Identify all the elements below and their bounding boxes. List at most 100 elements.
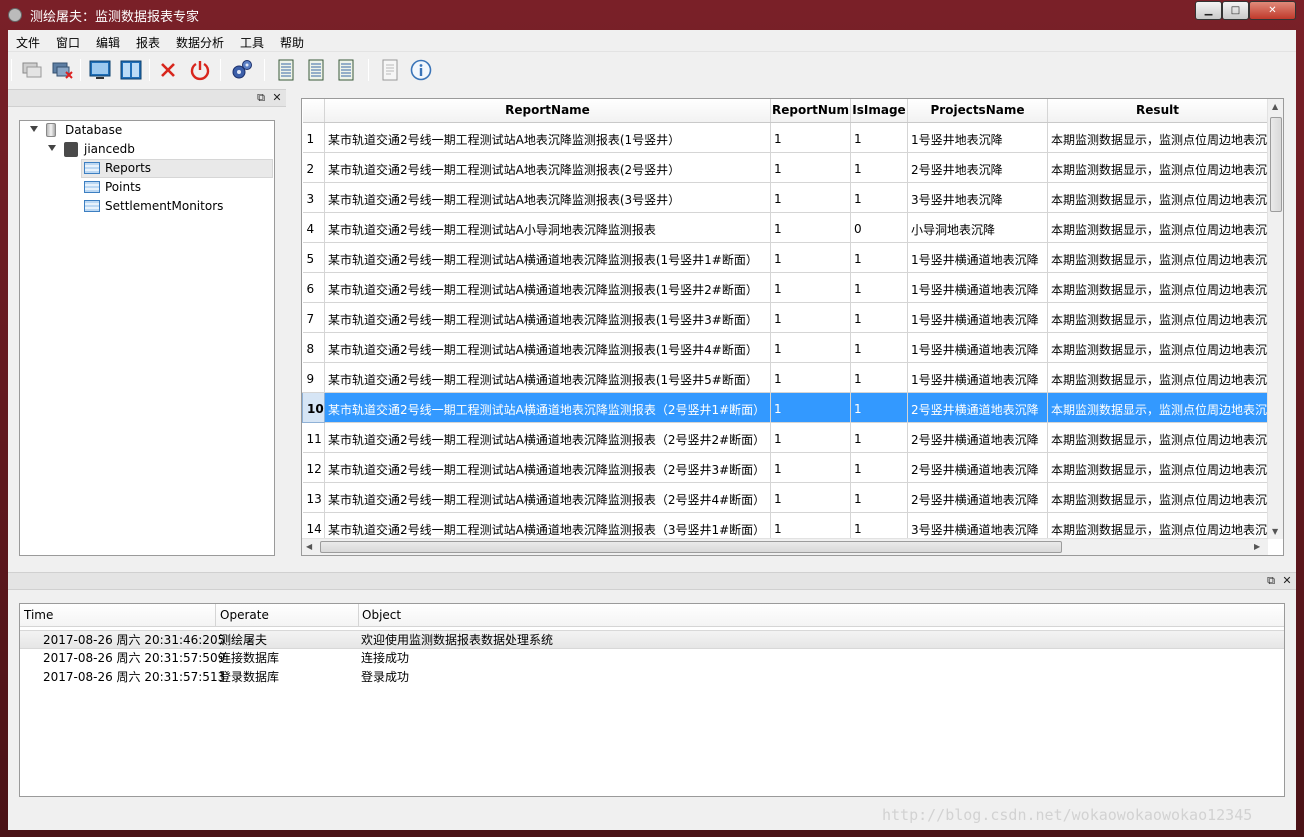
row-header[interactable]: 1	[302, 122, 325, 153]
disconnect-icon[interactable]	[50, 58, 74, 82]
scroll-up-icon[interactable]: ▲	[1272, 102, 1278, 111]
log-column-header[interactable]: Time	[24, 608, 53, 622]
table-cell[interactable]: 某市轨道交通2号线一期工程测试站A地表沉降监测报表(1号竖井）	[324, 122, 771, 153]
column-header[interactable]: ProjectsName	[907, 99, 1048, 123]
log-row[interactable]: 2017-08-26 周六 20:31:46:205 测绘屠夫 欢迎使用监测数据…	[20, 630, 1284, 649]
table-cell[interactable]: 某市轨道交通2号线一期工程测试站A横通道地表沉降监测报表（2号竖井1#断面）	[324, 392, 771, 423]
table-cell[interactable]: 本期监测数据显示，监测点位周边地表沉	[1047, 212, 1269, 243]
row-header[interactable]: 4	[302, 212, 325, 243]
table-row[interactable]: 2 某市轨道交通2号线一期工程测试站A地表沉降监测报表(2号竖井） 1 1 2号竖井地表…	[302, 152, 1269, 183]
table-cell[interactable]: 1	[850, 302, 908, 333]
row-header[interactable]: 11	[302, 422, 325, 453]
table-row[interactable]: 1 某市轨道交通2号线一期工程测试站A地表沉降监测报表(1号竖井） 1 1 1号竖井地表…	[302, 122, 1269, 153]
table-cell[interactable]: 1	[850, 452, 908, 483]
table-row[interactable]: 12 某市轨道交通2号线一期工程测试站A横通道地表沉降监测报表（2号竖井3#断面）…	[302, 452, 1269, 483]
table-cell[interactable]: 1	[850, 152, 908, 183]
table-cell[interactable]: 0	[850, 212, 908, 243]
table-cell[interactable]: 1	[770, 302, 851, 333]
table-cell[interactable]: 某市轨道交通2号线一期工程测试站A地表沉降监测报表(3号竖井）	[324, 182, 771, 213]
row-header[interactable]: 3	[302, 182, 325, 213]
column-header[interactable]: ReportNum	[770, 99, 851, 123]
minimize-button[interactable]: ▁	[1195, 1, 1222, 20]
table-cell[interactable]: 2号竖井横通道地表沉降	[907, 392, 1048, 423]
table-cell[interactable]: 1号竖井横通道地表沉降	[907, 362, 1048, 393]
table-cell[interactable]: 某市轨道交通2号线一期工程测试站A横通道地表沉降监测报表（2号竖井3#断面）	[324, 452, 771, 483]
float-icon[interactable]: ⧉	[254, 91, 268, 105]
table-cell[interactable]: 1	[850, 122, 908, 153]
column-header[interactable]: Result	[1047, 99, 1269, 123]
split-view-icon[interactable]	[119, 58, 143, 82]
table-row[interactable]: 7 某市轨道交通2号线一期工程测试站A横通道地表沉降监测报表(1号竖井3#断面） 1…	[302, 302, 1269, 333]
expand-arrow-icon[interactable]	[30, 126, 38, 132]
row-header[interactable]: 7	[302, 302, 325, 333]
column-header[interactable]: IsImage	[850, 99, 908, 123]
row-header[interactable]: 8	[302, 332, 325, 363]
table-cell[interactable]: 1号竖井横通道地表沉降	[907, 302, 1048, 333]
table-cell[interactable]: 本期监测数据显示，监测点位周边地表沉	[1047, 422, 1269, 453]
table-cell[interactable]: 1	[850, 392, 908, 423]
horizontal-scrollbar[interactable]: ◀ ▶	[302, 538, 1268, 555]
table-cell[interactable]: 某市轨道交通2号线一期工程测试站A横通道地表沉降监测报表（2号竖井4#断面）	[324, 482, 771, 513]
log-panel[interactable]: Time Operate Object 2017-08-26 周六 20:31:…	[19, 603, 1285, 797]
report-3-icon[interactable]	[334, 58, 358, 82]
view-icon[interactable]	[88, 58, 112, 82]
table-cell[interactable]: 本期监测数据显示，监测点位周边地表沉	[1047, 152, 1269, 183]
menu-file[interactable]: 文件	[16, 34, 40, 51]
table-cell[interactable]: 1	[850, 332, 908, 363]
tree-node-settlementmonitors[interactable]: SettlementMonitors	[20, 197, 274, 216]
table-row[interactable]: 4 某市轨道交通2号线一期工程测试站A小导洞地表沉降监测报表 1 0 小导洞地表沉降 本期…	[302, 212, 1269, 243]
corner-header[interactable]	[302, 99, 325, 123]
row-header[interactable]: 2	[302, 152, 325, 183]
table-cell[interactable]: 某市轨道交通2号线一期工程测试站A小导洞地表沉降监测报表	[324, 212, 771, 243]
log-row[interactable]: 2017-08-26 周六 20:31:57:509 连接数据库 连接成功	[20, 649, 1284, 668]
table-cell[interactable]: 某市轨道交通2号线一期工程测试站A地表沉降监测报表(2号竖井）	[324, 152, 771, 183]
menu-window[interactable]: 窗口	[56, 34, 80, 51]
table-cell[interactable]: 1	[770, 212, 851, 243]
column-divider[interactable]	[358, 604, 359, 627]
table-cell[interactable]: 2号竖井横通道地表沉降	[907, 452, 1048, 483]
table-row[interactable]: 13 某市轨道交通2号线一期工程测试站A横通道地表沉降监测报表（2号竖井4#断面）…	[302, 482, 1269, 513]
export-icon[interactable]	[378, 58, 402, 82]
table-cell[interactable]: 本期监测数据显示，监测点位周边地表沉	[1047, 182, 1269, 213]
row-header[interactable]: 6	[302, 272, 325, 303]
table-cell[interactable]: 某市轨道交通2号线一期工程测试站A横通道地表沉降监测报表(1号竖井5#断面）	[324, 362, 771, 393]
scroll-thumb[interactable]	[320, 541, 1062, 553]
table-cell[interactable]: 1	[770, 482, 851, 513]
tree-node-points[interactable]: Points	[20, 178, 274, 197]
table-cell[interactable]: 本期监测数据显示，监测点位周边地表沉	[1047, 482, 1269, 513]
table-cell[interactable]: 本期监测数据显示，监测点位周边地表沉	[1047, 302, 1269, 333]
menu-tools[interactable]: 工具	[240, 34, 264, 51]
connect-icon[interactable]	[20, 58, 44, 82]
table-row[interactable]: 9 某市轨道交通2号线一期工程测试站A横通道地表沉降监测报表(1号竖井5#断面） 1…	[302, 362, 1269, 393]
table-row[interactable]: 11 某市轨道交通2号线一期工程测试站A横通道地表沉降监测报表（2号竖井2#断面）…	[302, 422, 1269, 453]
table-cell[interactable]: 本期监测数据显示，监测点位周边地表沉	[1047, 122, 1269, 153]
row-header[interactable]: 13	[302, 482, 325, 513]
report-icon[interactable]	[274, 58, 298, 82]
column-header[interactable]: ReportName	[324, 99, 771, 123]
delete-icon[interactable]	[156, 58, 180, 82]
log-column-header[interactable]: Object	[362, 608, 401, 622]
menu-help[interactable]: 帮助	[280, 34, 304, 51]
close-icon[interactable]: ✕	[270, 91, 284, 105]
table-cell[interactable]: 3号竖井地表沉降	[907, 182, 1048, 213]
table-cell[interactable]: 某市轨道交通2号线一期工程测试站A横通道地表沉降监测报表(1号竖井4#断面）	[324, 332, 771, 363]
expand-arrow-icon[interactable]	[48, 145, 56, 151]
row-header[interactable]: 10	[302, 391, 325, 423]
tree-node-reports[interactable]: Reports	[20, 159, 274, 178]
settings-icon[interactable]	[230, 58, 254, 82]
table-cell[interactable]: 某市轨道交通2号线一期工程测试站A横通道地表沉降监测报表(1号竖井3#断面）	[324, 302, 771, 333]
table-cell[interactable]: 1	[850, 362, 908, 393]
table-cell[interactable]: 2号竖井横通道地表沉降	[907, 422, 1048, 453]
table-cell[interactable]: 1	[770, 122, 851, 153]
table-cell[interactable]: 1	[770, 392, 851, 423]
close-icon[interactable]: ✕	[1280, 574, 1294, 588]
table-cell[interactable]: 1	[770, 152, 851, 183]
row-header[interactable]: 5	[302, 242, 325, 273]
table-cell[interactable]: 本期监测数据显示，监测点位周边地表沉	[1047, 242, 1269, 273]
table-cell[interactable]: 某市轨道交通2号线一期工程测试站A横通道地表沉降监测报表(1号竖井2#断面）	[324, 272, 771, 303]
vertical-scrollbar[interactable]: ▲ ▼	[1267, 99, 1283, 539]
table-cell[interactable]: 1号竖井横通道地表沉降	[907, 332, 1048, 363]
table-cell[interactable]: 1号竖井地表沉降	[907, 122, 1048, 153]
table-cell[interactable]: 1	[850, 482, 908, 513]
table-cell[interactable]: 1	[770, 452, 851, 483]
